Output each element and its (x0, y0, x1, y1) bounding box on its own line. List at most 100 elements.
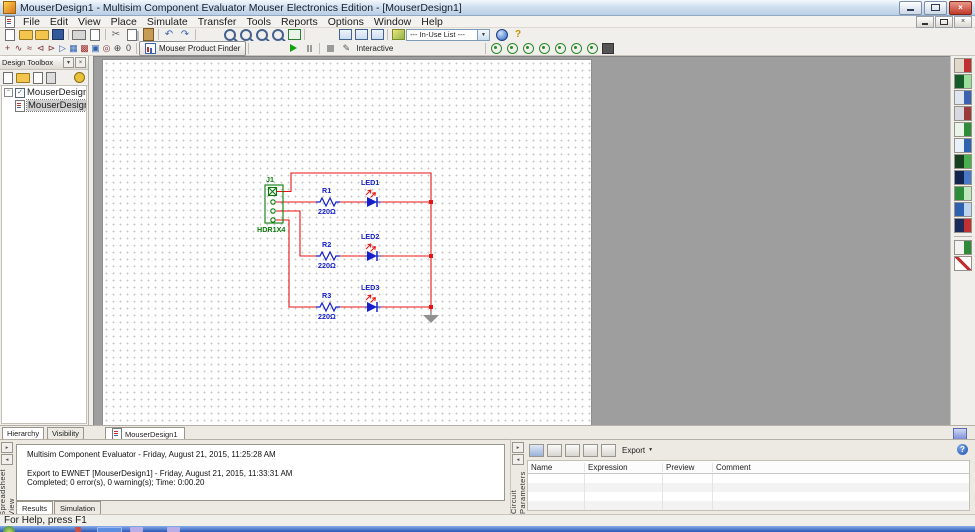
copy-icon[interactable] (124, 29, 140, 41)
column-expression[interactable]: Expression (585, 463, 663, 472)
menu-edit[interactable]: Edit (45, 16, 73, 27)
interactive-icon[interactable]: ✎ (338, 42, 354, 54)
led3[interactable]: LED3 (361, 283, 381, 312)
close-design-icon[interactable] (46, 72, 56, 84)
place-analog-icon[interactable] (46, 42, 57, 55)
new-design-icon[interactable] (3, 72, 13, 84)
grapher-icon[interactable] (369, 29, 385, 41)
menu-help[interactable]: Help (416, 16, 448, 27)
menu-view[interactable]: View (73, 16, 106, 27)
probe-settings-icon[interactable] (600, 42, 616, 54)
current-probe-icon[interactable] (504, 42, 520, 54)
run-simulation-button[interactable] (285, 42, 301, 54)
taskbar-button[interactable] (167, 527, 180, 532)
palette-analog-icon[interactable] (954, 122, 972, 137)
redo-icon[interactable]: ↷ (177, 29, 193, 41)
taskbar-button-active[interactable] (97, 527, 122, 532)
palette-cmos-icon[interactable] (954, 154, 972, 169)
taskbar-icon[interactable] (75, 527, 81, 532)
tab-results[interactable]: Results (16, 501, 53, 515)
save-icon[interactable] (50, 29, 66, 41)
mdi-document-icon[interactable] (2, 16, 18, 28)
stop-simulation-button[interactable] (322, 42, 338, 54)
circuit-parameters-expand-icon[interactable]: ▸ (512, 442, 524, 453)
spreadsheet-collapse-icon[interactable]: ◂ (1, 454, 13, 465)
start-orb-icon[interactable] (3, 526, 15, 532)
place-basic-icon[interactable] (13, 42, 24, 55)
circuit-parameters-help-icon[interactable]: ? (957, 444, 968, 455)
tree-root-row[interactable]: − ✓ MouserDesign1 (2, 86, 86, 99)
led2[interactable]: LED2 (361, 232, 381, 261)
open-design-icon[interactable] (16, 73, 30, 83)
zoom-out-icon[interactable] (238, 29, 254, 41)
transfer-icon[interactable] (390, 29, 406, 41)
menu-transfer[interactable]: Transfer (193, 16, 242, 27)
place-source-icon[interactable] (2, 42, 13, 55)
move-up-icon[interactable] (565, 444, 580, 457)
voltage-ref-probe-icon[interactable] (568, 42, 584, 54)
place-cmos-icon[interactable] (68, 42, 79, 55)
column-preview[interactable]: Preview (663, 463, 713, 472)
spreadsheet-expand-icon[interactable]: ▸ (1, 442, 13, 453)
power-probe-icon[interactable] (520, 42, 536, 54)
add-parameter-icon[interactable] (529, 444, 544, 457)
export-button[interactable]: Export ▼ (619, 444, 656, 457)
close-button[interactable]: × (949, 1, 972, 15)
options-gear-icon[interactable] (74, 72, 85, 83)
spreadsheet-view-tab[interactable]: Spreadsheet View (0, 469, 16, 516)
undo-icon[interactable]: ↶ (161, 29, 177, 41)
delete-parameter-icon[interactable] (547, 444, 562, 457)
minimize-button[interactable] (899, 1, 922, 15)
help-icon[interactable]: ? (510, 29, 526, 41)
zoom-area-icon[interactable] (254, 29, 270, 41)
mouser-product-finder-button[interactable]: Mouser Product Finder (139, 41, 246, 56)
place-ttl-icon[interactable] (57, 42, 68, 55)
menu-tools[interactable]: Tools (241, 16, 276, 27)
tree-child-row[interactable]: MouserDesign1 (2, 99, 86, 112)
mdi-minimize-button[interactable] (916, 16, 934, 28)
paste-icon[interactable] (140, 29, 156, 41)
schematic-workspace[interactable]: J1 HDR1X4 R1 220Ω R2 220Ω R3 220Ω (93, 56, 950, 425)
in-use-list-dropdown[interactable]: --- In-Use List --- ▼ (406, 29, 490, 41)
connector-j1[interactable]: J1 HDR1X4 (257, 175, 285, 234)
print-icon[interactable] (71, 29, 87, 41)
palette-ttl-icon[interactable] (954, 138, 972, 153)
resistor-r2[interactable]: R2 220Ω (316, 240, 340, 270)
panel-close-icon[interactable]: × (75, 57, 86, 68)
design-toolbox-toggle-icon[interactable] (337, 29, 353, 41)
cut-icon[interactable]: ✂ (108, 29, 124, 41)
mdi-restore-button[interactable] (935, 16, 953, 28)
palette-diode-icon[interactable] (954, 90, 972, 105)
resistor-r3[interactable]: R3 220Ω (316, 291, 340, 321)
column-comment[interactable]: Comment (713, 463, 969, 472)
palette-misc-icon[interactable] (954, 218, 972, 233)
menu-place[interactable]: Place (106, 16, 142, 27)
print-preview-icon[interactable] (87, 29, 103, 41)
design-check-icon[interactable]: ✓ (15, 88, 25, 98)
place-transistor-icon[interactable] (35, 42, 46, 55)
new-file-icon[interactable] (2, 29, 18, 41)
zoom-in-icon[interactable] (222, 29, 238, 41)
column-name[interactable]: Name (528, 463, 585, 472)
panel-pin-icon[interactable]: ▾ (63, 57, 74, 68)
differential-probe-icon[interactable] (536, 42, 552, 54)
tree-child-label[interactable]: MouserDesign1 (27, 100, 87, 111)
palette-basic-icon[interactable] (954, 74, 972, 89)
wires[interactable] (276, 173, 431, 311)
restore-button[interactable] (924, 1, 947, 15)
spreadsheet-view-toggle-icon[interactable] (353, 29, 369, 41)
menu-reports[interactable]: Reports (276, 16, 323, 27)
place-mixed-icon[interactable] (90, 42, 101, 55)
voltage-probe-icon[interactable] (488, 42, 504, 54)
menu-file[interactable]: File (18, 16, 45, 27)
pause-simulation-button[interactable] (301, 42, 317, 54)
place-diode-icon[interactable] (24, 42, 35, 55)
led1[interactable]: LED1 (361, 178, 381, 207)
place-connector-icon[interactable] (123, 42, 134, 55)
refresh-parameters-icon[interactable] (601, 444, 616, 457)
export-dropdown-icon[interactable]: ▼ (648, 447, 653, 453)
ground-symbol[interactable] (423, 311, 439, 323)
palette-misc-digital-icon[interactable] (954, 170, 972, 185)
place-power-icon[interactable] (112, 42, 123, 55)
tab-simulation[interactable]: Simulation (54, 501, 101, 515)
